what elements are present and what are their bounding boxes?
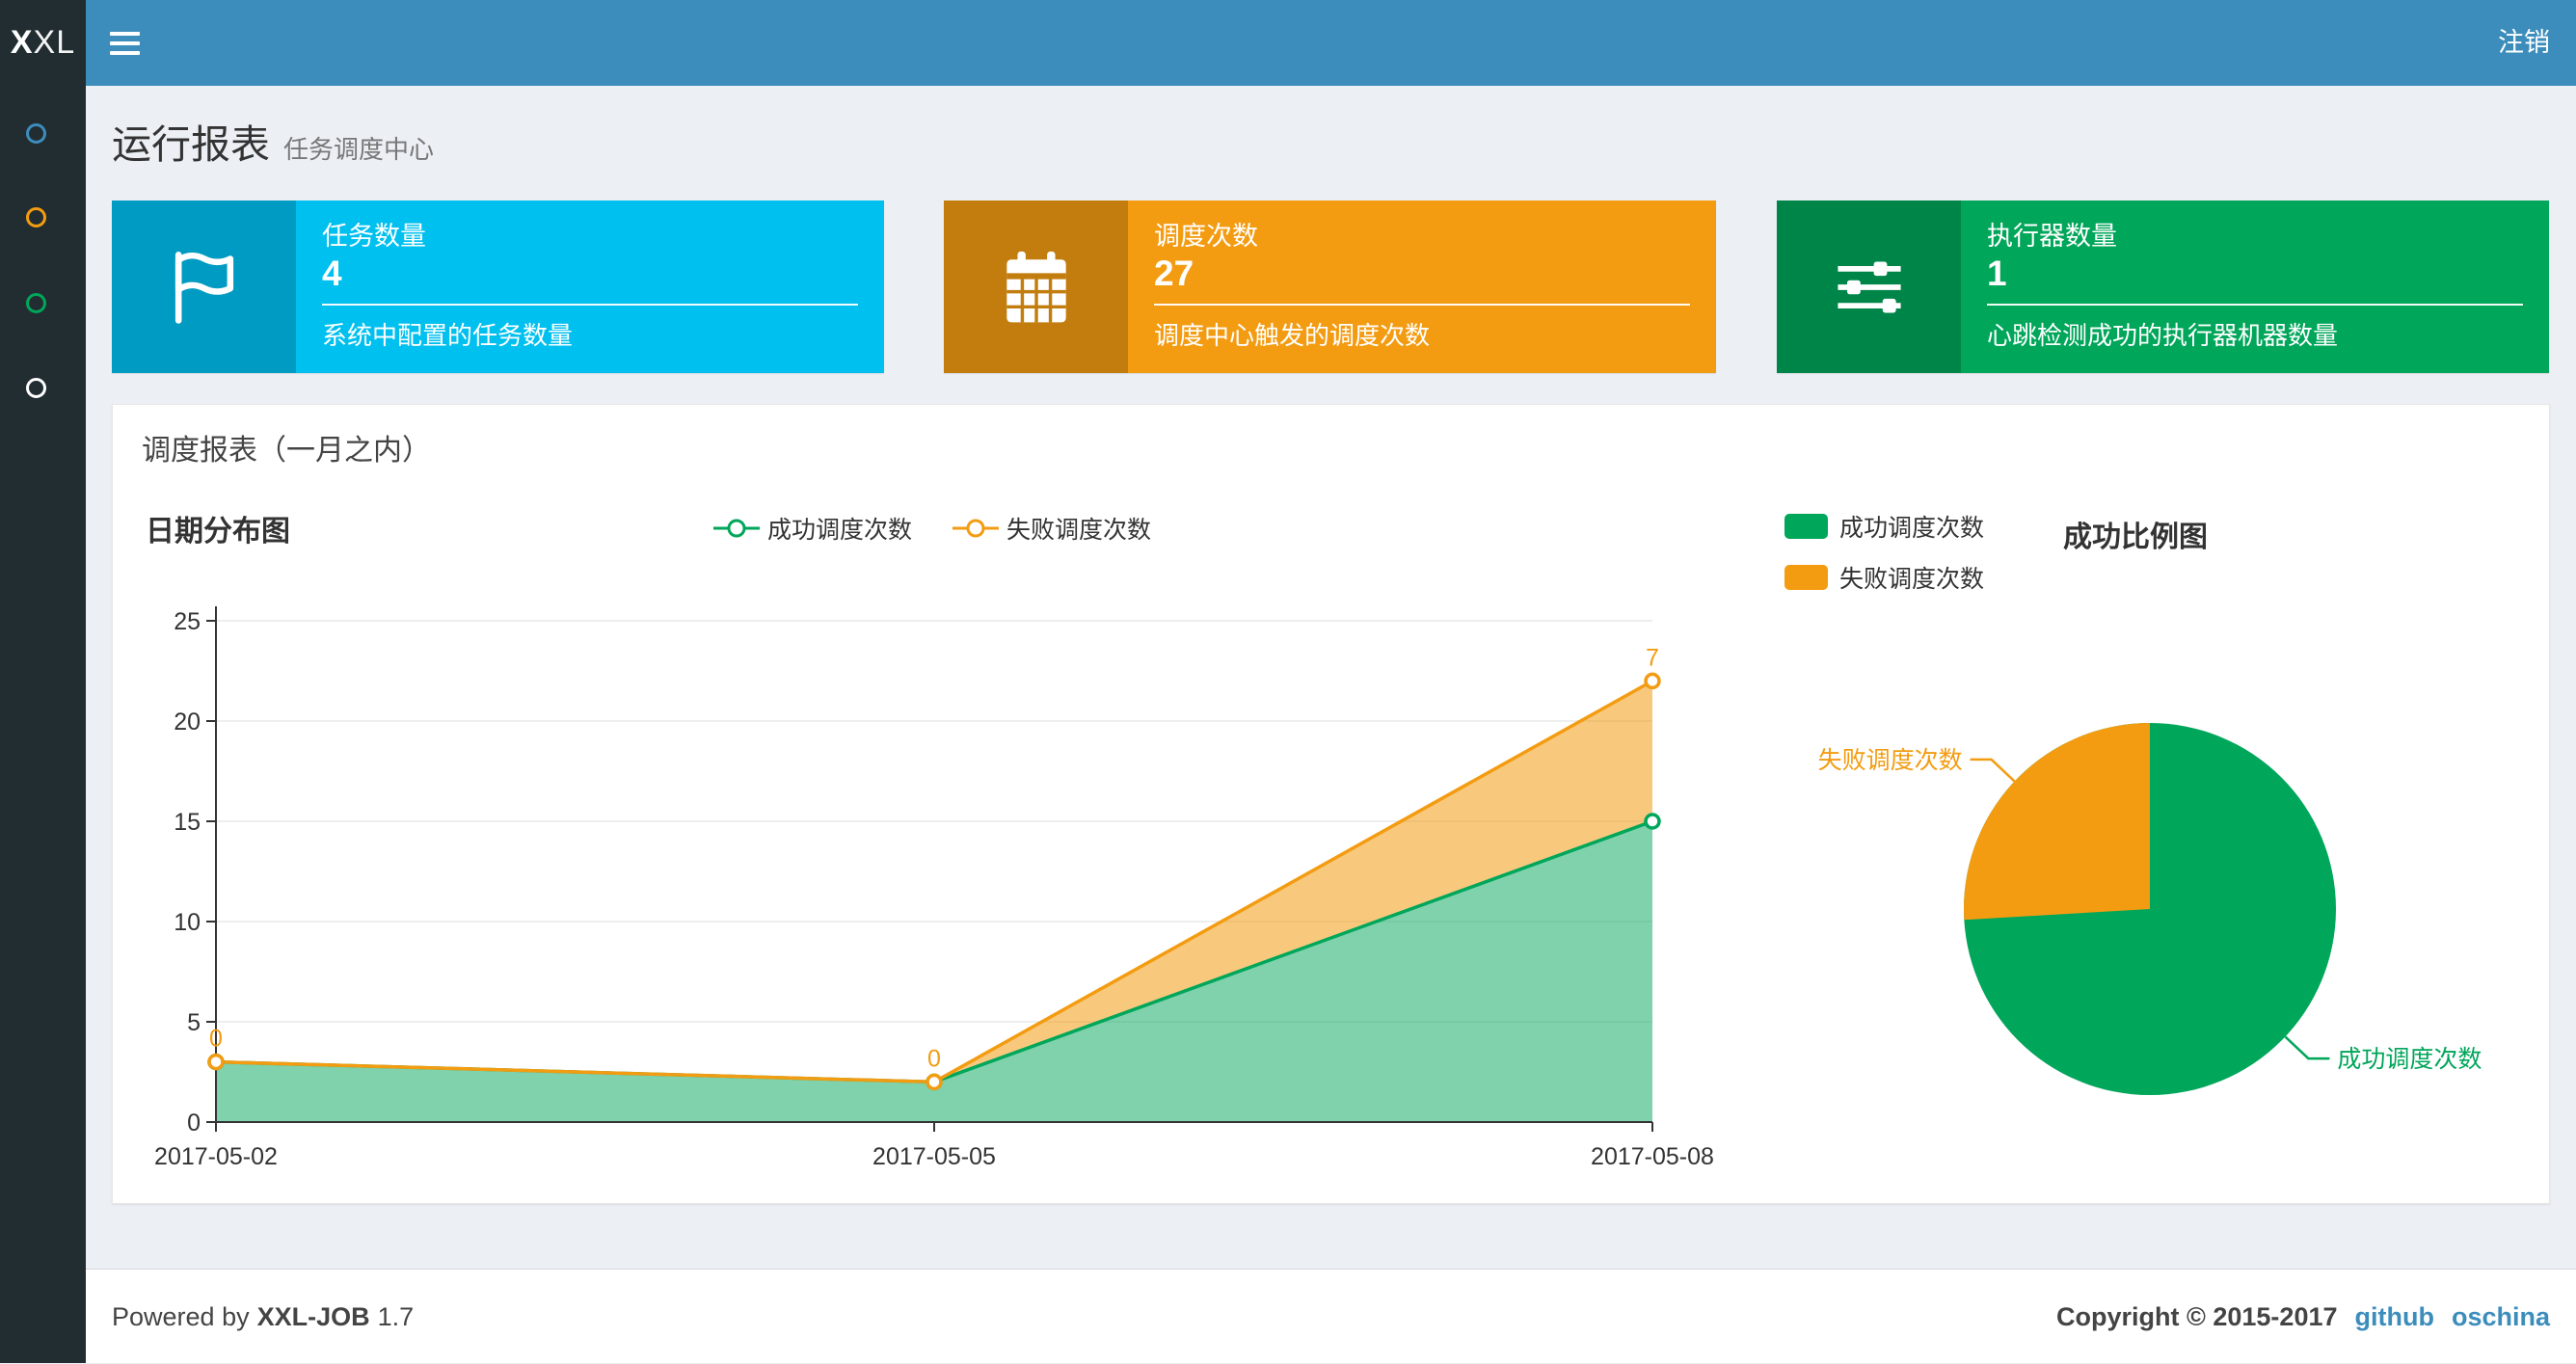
- info-box-title: 调度次数: [1154, 222, 1258, 251]
- sidebar-item-1-circle-icon[interactable]: [26, 123, 46, 144]
- info-box-job-count: 任务数量 4 系统中配置的任务数量: [112, 201, 884, 373]
- svg-text:10: 10: [174, 909, 201, 936]
- page-header: 运行报表 任务调度中心: [112, 112, 434, 170]
- calendar-icon: [944, 201, 1128, 373]
- github-link[interactable]: github: [2355, 1302, 2434, 1332]
- app-logo-text-bold: X: [10, 24, 34, 61]
- info-box-divider: [322, 304, 858, 306]
- app-logo[interactable]: X XL: [0, 0, 86, 86]
- footer-powered-by: Powered by XXL-JOB 1.7: [112, 1270, 414, 1364]
- footer: Powered by XXL-JOB 1.7 Copyright © 2015-…: [86, 1269, 2576, 1363]
- svg-text:20: 20: [174, 709, 201, 735]
- info-box-body: 调度次数 27 调度中心触发的调度次数: [1128, 201, 1716, 373]
- info-box-value: 27: [1154, 254, 1194, 293]
- line-legend-marker-icon: [712, 519, 760, 538]
- svg-text:0: 0: [209, 1026, 223, 1053]
- product-name: XXL-JOB: [256, 1301, 370, 1331]
- flag-icon: [112, 201, 296, 373]
- hamburger-icon: [109, 31, 140, 36]
- powered-prefix: Powered by: [112, 1301, 250, 1331]
- footer-copyright: Copyright © 2015-2017 github oschina: [2056, 1270, 2550, 1364]
- svg-text:0: 0: [187, 1110, 201, 1137]
- info-box-value: 1: [1987, 254, 2007, 293]
- svg-text:2017-05-08: 2017-05-08: [1591, 1143, 1714, 1170]
- legend-label: 失败调度次数: [1006, 517, 1152, 544]
- sidebar-item-3-circle-icon[interactable]: [26, 293, 46, 313]
- svg-text:7: 7: [1646, 644, 1659, 671]
- product-version: 1.7: [377, 1301, 415, 1331]
- info-box-body: 执行器数量 1 心跳检测成功的执行器机器数量: [1961, 201, 2549, 373]
- svg-text:0: 0: [927, 1045, 941, 1072]
- info-box-divider: [1154, 304, 1690, 306]
- schedule-report-panel: 调度报表（一月之内） 日期分布图 成功调度次数 失败调度次数 0 5 10 15 20 2…: [112, 404, 2550, 1204]
- svg-text:15: 15: [174, 809, 201, 836]
- svg-text:5: 5: [187, 1009, 201, 1036]
- legend-item-fail[interactable]: 失败调度次数: [953, 511, 1151, 546]
- line-legend-marker-icon: [953, 519, 999, 538]
- app-logo-text-light: XL: [33, 24, 76, 61]
- info-box-description: 系统中配置的任务数量: [322, 321, 574, 350]
- info-box-executor-count: 执行器数量 1 心跳检测成功的执行器机器数量: [1777, 201, 2549, 373]
- legend-item-success[interactable]: 成功调度次数: [712, 511, 912, 546]
- sidebar-item-4-circle-icon[interactable]: [26, 378, 46, 398]
- page-title: 运行报表: [112, 122, 270, 167]
- info-box-divider: [1987, 304, 2523, 306]
- page-subtitle: 任务调度中心: [283, 135, 435, 164]
- svg-text:2017-05-02: 2017-05-02: [154, 1143, 278, 1170]
- panel-title: 调度报表（一月之内）: [142, 435, 431, 467]
- copyright-text: Copyright © 2015-2017: [2055, 1301, 2338, 1331]
- info-box-description: 调度中心触发的调度次数: [1154, 321, 1431, 350]
- date-distribution-chart: 05101520252017-05-02 2017-05-05 2017-05-08…: [154, 606, 1714, 1170]
- info-box-title: 执行器数量: [1987, 222, 2117, 251]
- oschina-link[interactable]: oschina: [2452, 1302, 2550, 1332]
- info-box-body: 任务数量 4 系统中配置的任务数量: [296, 201, 884, 373]
- sidebar-item-2-circle-icon[interactable]: [26, 207, 46, 227]
- svg-text:2017-05-05: 2017-05-05: [872, 1143, 996, 1170]
- sliders-icon: [1777, 201, 1961, 373]
- top-navbar: X XL 注销: [0, 0, 2576, 86]
- info-box-title: 任务数量: [322, 222, 426, 251]
- svg-text:25: 25: [174, 608, 201, 635]
- line-chart-legend: 成功调度次数 失败调度次数: [113, 511, 1752, 546]
- legend-label: 成功调度次数: [766, 517, 912, 544]
- svg-text:失败调度次数: 失败调度次数: [1818, 747, 1963, 774]
- logout-link[interactable]: 注销: [2472, 0, 2576, 86]
- info-box-value: 4: [322, 254, 342, 293]
- info-box-description: 心跳检测成功的执行器机器数量: [1987, 321, 2339, 350]
- info-box-trigger-count: 调度次数 27 调度中心触发的调度次数: [944, 201, 1716, 373]
- sidebar-toggle-button[interactable]: [86, 0, 163, 86]
- svg-text:成功调度次数: 成功调度次数: [2337, 1046, 2482, 1073]
- sidebar: [0, 86, 86, 1363]
- success-ratio-pie-chart: 成功调度次数 失败调度次数: [1818, 723, 2482, 1095]
